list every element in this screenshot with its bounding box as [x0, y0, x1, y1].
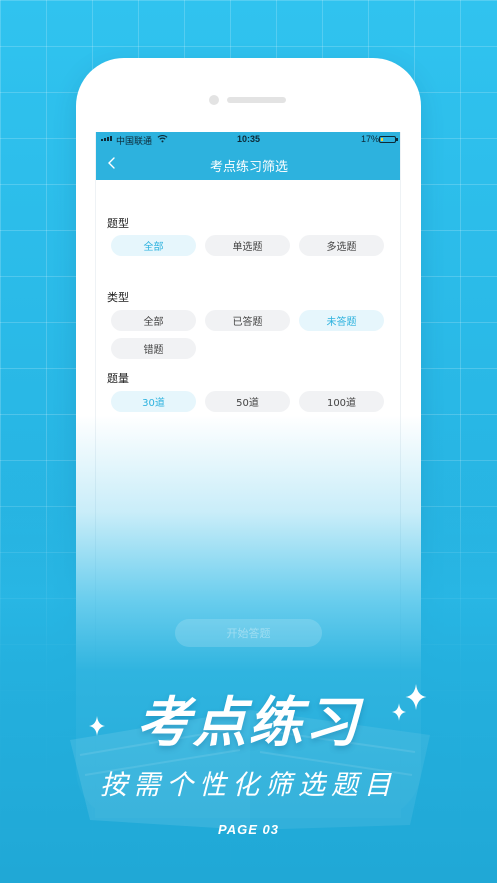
type-chip-multiple[interactable]: 多选题 — [299, 235, 384, 256]
wifi-icon — [157, 135, 168, 143]
signal-icon — [101, 136, 112, 141]
question-type-label: 题型 — [107, 217, 129, 230]
start-answering-button[interactable]: 开始答题 — [175, 619, 322, 647]
category-label: 类型 — [107, 291, 129, 304]
status-bar: 中国联通 10:35 17% — [96, 132, 400, 147]
category-chip-all[interactable]: 全部 — [111, 310, 196, 331]
category-chip-wrong[interactable]: 错题 — [111, 338, 196, 359]
category-chip-unanswered[interactable]: 未答题 — [299, 310, 384, 331]
quantity-label: 题量 — [107, 372, 129, 385]
battery-level — [381, 138, 383, 141]
category-chip-answered[interactable]: 已答题 — [205, 310, 290, 331]
carrier-name: 中国联通 — [116, 136, 153, 146]
phone-speaker — [227, 97, 286, 103]
status-time: 10:35 — [237, 134, 261, 144]
type-chip-all[interactable]: 全部 — [111, 235, 196, 256]
quantity-chip-30[interactable]: 30道 — [111, 391, 196, 412]
page-title: 考点练习筛选 — [209, 160, 288, 175]
page-number-label: PAGE 03 — [218, 822, 279, 837]
promo-headline: 考点练习 — [136, 691, 361, 754]
phone-camera — [209, 95, 219, 105]
quantity-chip-100[interactable]: 100道 — [299, 391, 384, 412]
promo-subheadline: 按需个性化筛选题目 — [100, 770, 397, 801]
type-chip-single[interactable]: 单选题 — [205, 235, 290, 256]
battery-percentage: 17% — [361, 134, 380, 144]
battery-icon — [379, 136, 398, 143]
quantity-chip-50[interactable]: 50道 — [205, 391, 290, 412]
nav-bar: 考点练习筛选 — [96, 147, 400, 180]
